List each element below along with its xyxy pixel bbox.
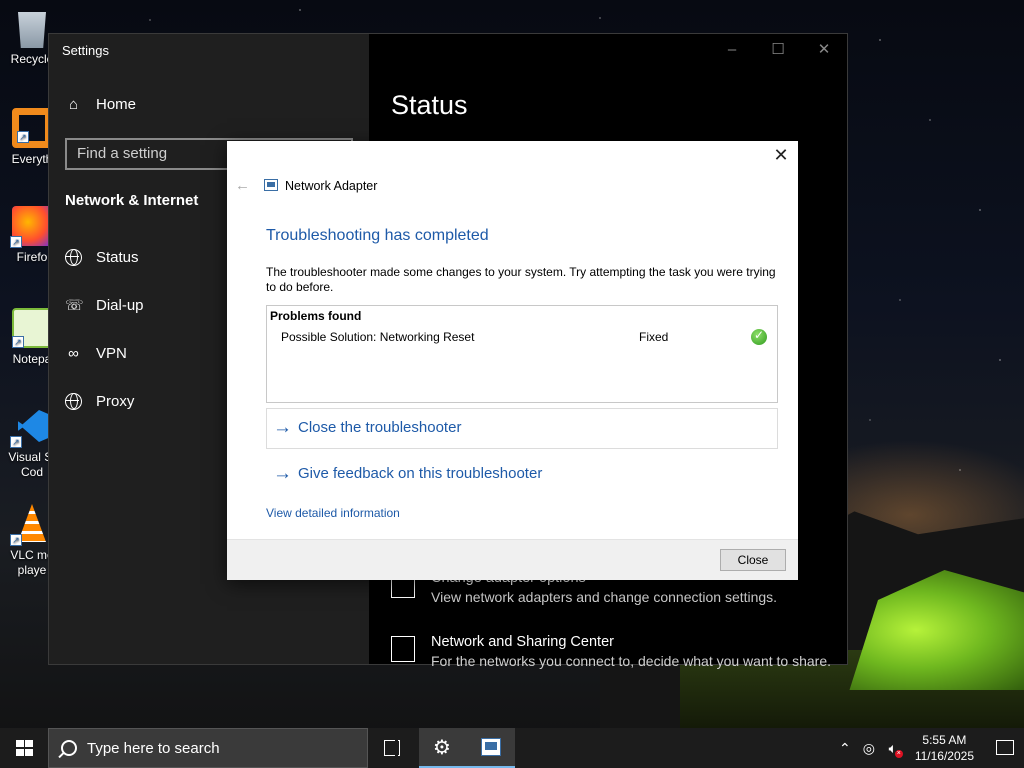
sharing-center-icon	[391, 636, 415, 662]
vpn-icon: ∞	[68, 345, 79, 362]
sidebar-item-label: Dial-up	[96, 297, 144, 314]
section-title: Network & Internet	[65, 192, 199, 209]
troubleshooter-dialog: ✕ ← Network Adapter Troubleshooting has …	[227, 141, 798, 580]
mute-x-icon: ×	[894, 749, 903, 758]
network-sharing-center-link[interactable]: Network and Sharing Center For the netwo…	[391, 634, 831, 669]
search-icon	[61, 740, 77, 756]
problems-found-box: Problems found Possible Solution: Networ…	[266, 305, 778, 403]
item-title: Network and Sharing Center	[431, 634, 614, 650]
sidebar-item-proxy[interactable]: Proxy	[65, 393, 134, 410]
item-description: For the networks you connect to, decide …	[431, 653, 831, 669]
arrow-right-icon: →	[273, 416, 292, 438]
link-row: → Close the troubleshooter	[273, 416, 462, 438]
sidebar-item-vpn[interactable]: ∞ VPN	[65, 345, 127, 362]
feedback-label: Give feedback on this troubleshooter	[298, 465, 543, 482]
speaker-muted-icon[interactable]: 🔈︎ ×	[881, 740, 905, 758]
dialog-message: The troubleshooter made some changes to …	[266, 265, 776, 294]
taskbar-settings-button[interactable]: ⚙	[419, 728, 467, 768]
home-icon: ⌂	[68, 96, 79, 113]
dialup-icon: ☏	[65, 297, 84, 314]
windows-logo-icon	[16, 740, 33, 756]
maximize-button[interactable]: ☐	[755, 34, 801, 66]
vlc-icon: ↗	[10, 504, 52, 546]
feedback-link[interactable]: → Give feedback on this troubleshooter	[266, 454, 778, 495]
clock-date: 11/16/2025	[914, 749, 974, 763]
start-button[interactable]	[0, 728, 48, 768]
taskbar-troubleshooter-button[interactable]	[467, 728, 515, 768]
sidebar-item-label: Proxy	[96, 393, 135, 410]
minimize-button[interactable]: –	[709, 34, 755, 66]
close-window-button[interactable]: ✕	[801, 34, 847, 66]
problem-status: Fixed	[639, 330, 669, 344]
sidebar-item-label: Status	[96, 249, 139, 266]
sidebar-item-label: VPN	[96, 345, 127, 362]
window-title: Settings	[62, 43, 109, 58]
task-view-icon	[384, 737, 400, 759]
green-check-icon	[751, 328, 767, 345]
notepad-plus-plus-icon: ↗	[12, 308, 52, 348]
back-arrow-icon[interactable]: ←	[235, 177, 250, 194]
arrow-right-icon: →	[273, 462, 292, 484]
sidebar-item-status[interactable]: Status	[65, 249, 139, 266]
network-globe-icon[interactable]: ◎	[857, 740, 881, 757]
nav-home-label: Home	[96, 96, 137, 113]
dialog-app-title: Network Adapter	[285, 179, 378, 193]
problem-row: Possible Solution: Networking Reset Fixe…	[281, 328, 771, 345]
vscode-icon: ↗	[10, 406, 52, 448]
problems-header: Problems found	[270, 309, 362, 323]
close-troubleshooter-label: Close the troubleshooter	[298, 419, 462, 436]
dialog-heading: Troubleshooting has completed	[266, 227, 489, 244]
dialog-close-icon[interactable]: ✕	[772, 146, 790, 164]
link-row: → Give feedback on this troubleshooter	[273, 462, 543, 484]
search-placeholder: Find a setting	[77, 145, 168, 162]
notification-center-icon[interactable]	[984, 728, 1024, 768]
taskbar: Type here to search ⚙ ⌃ ◎ 🔈︎ × 5:55 AM 11…	[0, 728, 1024, 768]
gear-icon: ⚙	[433, 737, 451, 759]
everything-icon: ↗	[12, 108, 52, 148]
taskbar-search-input[interactable]: Type here to search	[48, 728, 368, 768]
view-details-link[interactable]: View detailed information	[266, 506, 400, 520]
system-tray: ⌃ ◎ 🔈︎ × 5:55 AM 11/16/2025	[833, 728, 1024, 768]
item-description: View network adapters and change connect…	[431, 589, 778, 605]
firefox-icon: ↗	[10, 206, 52, 248]
page-title: Status	[391, 90, 468, 120]
recycle-bin-icon	[18, 12, 46, 48]
network-adapter-icon	[264, 179, 278, 191]
problem-name: Possible Solution: Networking Reset	[281, 330, 475, 344]
taskbar-search-placeholder: Type here to search	[87, 739, 220, 757]
task-view-button[interactable]	[368, 728, 416, 768]
nav-home[interactable]: ⌂ Home	[65, 96, 136, 113]
chevron-up-icon[interactable]: ⌃	[833, 740, 857, 757]
sidebar-item-dialup[interactable]: ☏ Dial-up	[65, 297, 144, 314]
close-troubleshooter-link[interactable]: → Close the troubleshooter	[266, 408, 778, 449]
taskbar-clock[interactable]: 5:55 AM 11/16/2025	[905, 732, 984, 764]
globe-icon	[65, 393, 82, 410]
dialog-footer: Close	[227, 539, 798, 580]
window-controls: – ☐ ✕	[709, 34, 847, 66]
network-adapter-icon	[481, 738, 501, 756]
clock-time: 5:55 AM	[922, 733, 967, 747]
globe-icon	[65, 249, 82, 266]
close-button[interactable]: Close	[720, 549, 786, 571]
